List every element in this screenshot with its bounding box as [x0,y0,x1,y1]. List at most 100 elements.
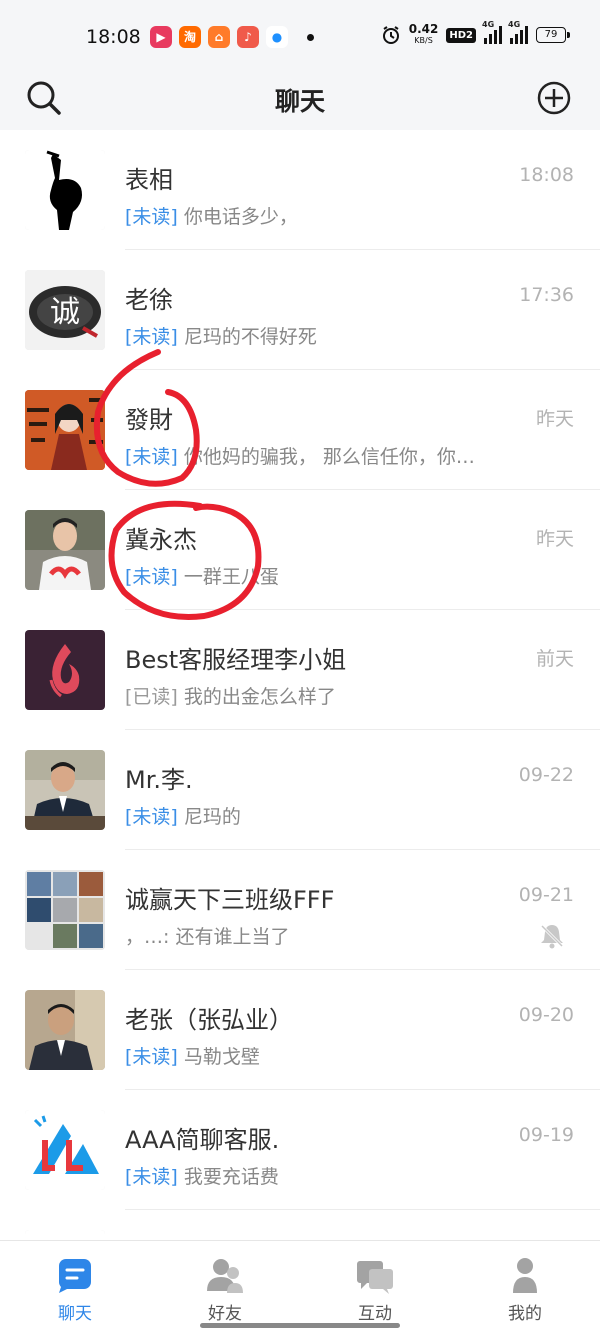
car-man-avatar [25,990,105,1070]
tab-friends[interactable]: 好友 [150,1241,300,1333]
chat-row[interactable]: 發財 昨天 [未读] 你他妈的骗我， 那么信任你，你… [0,370,600,490]
chat-message: 尼玛的 [183,806,241,828]
friends-tab-icon [207,1259,243,1293]
chat-preview: [未读] 我要充话费 [125,1162,520,1189]
chat-preview: [已读] 我的出金怎么样了 [125,682,520,709]
chat-preview: [未读] 一群王八蛋 [125,562,520,589]
chat-name: 發財 [125,406,173,434]
chat-row[interactable]: Mr.李. 09-22 [未读] 尼玛的 [0,730,600,850]
chat-message: 马勒戈壁 [183,1046,260,1068]
chat-preview: ，…: 还有谁上当了 [125,922,520,949]
chat-preview: [未读] 马勒戈壁 [125,1042,520,1069]
chat-row[interactable]: 表相 18:08 [未读] 你电话多少， [0,130,600,250]
partial-avatar [25,1230,105,1240]
chat-name: 老徐 [125,286,173,314]
chat-name: 诚赢天下三班级FFF [125,886,335,914]
orange-app-icon: ⌂ [208,26,230,48]
unread-tag: [未读] [125,806,178,828]
signal-tag-1: 4G [482,20,495,29]
alarm-icon [382,26,399,44]
status-time: 18:08 [86,26,141,48]
chat-time: 18:08 [519,164,574,186]
chat-message: ，…: 还有谁上当了 [125,926,290,948]
chat-name: Mr.李. [125,766,193,794]
chat-name: 冀永杰 [125,526,197,554]
music-app-icon: ♪ [237,26,259,48]
chat-name: 老张（张弘业） [125,1006,293,1034]
taobao-app-icon: 淘 [179,26,201,48]
chat-time: 09-19 [518,1124,574,1146]
chat-preview: [未读] 尼玛的 [125,802,520,829]
chat-row[interactable]: 老张（张弘业） 09-20 [未读] 马勒戈壁 [0,970,600,1090]
home-indicator[interactable] [200,1323,400,1328]
silhouette-avatar [25,150,105,230]
group-grid-avatar [25,870,105,950]
network-speed-value: 0.42 [408,22,439,36]
status-bar: 18:08 ▶ 淘 ⌂ ♪ ● 0.42 KB/S HD2 4G 4G 79 [0,0,600,72]
unread-tag: [未读] [125,446,178,468]
chat-message: 你他妈的骗我， 那么信任你，你… [183,446,475,468]
chat-message: 你电话多少， [183,206,298,228]
tab-profile[interactable]: 我的 [450,1241,600,1333]
anime-girl-avatar [25,390,105,470]
tab-label: 我的 [508,1304,542,1324]
mute-bell-icon [540,924,564,949]
chat-time: 昨天 [535,528,574,550]
chat-time: 09-20 [518,1004,574,1026]
tab-chat[interactable]: 聊天 [0,1241,150,1333]
chat-name: Best客服经理李小姐 [125,646,347,674]
bottom-tab-bar: 聊天 好友 互动 我的 [0,1240,600,1333]
cheng-character-avatar: 诚 [25,270,105,350]
young-man-avatar [25,510,105,590]
status-app-icons: ▶ 淘 ⌂ ♪ ● [150,26,314,48]
chat-name: AAA简聊客服. [125,1126,280,1154]
signal-icon-2: 4G [508,20,528,44]
unread-tag: [未读] [125,206,178,228]
circle-app-icon: ● [266,26,288,48]
chat-message: 我要充话费 [183,1166,279,1188]
profile-tab-icon [513,1258,537,1293]
chat-list[interactable]: 表相 18:08 [未读] 你电话多少， 诚 老徐 17:36 [未读] 尼玛的… [0,130,600,1240]
unread-tag: [未读] [125,1166,178,1188]
add-circle-icon[interactable] [534,78,574,118]
chat-preview: [未读] 你电话多少， [125,202,520,229]
chat-row[interactable]: 冀永杰 昨天 [未读] 一群王八蛋 [0,490,600,610]
chat-tab-icon [59,1259,91,1293]
flame-logo-avatar [25,630,105,710]
suit-man-avatar [25,750,105,830]
network-speed-unit: KB/S [414,36,433,45]
tab-label: 聊天 [58,1304,92,1324]
signal-icon-1: 4G [482,20,502,44]
notification-dot-icon [307,33,314,41]
chat-row[interactable]: 诚 老徐 17:36 [未读] 尼玛的不得好死 [0,250,600,370]
chat-time: 09-21 [518,884,574,906]
status-indicators: 0.42 KB/S HD2 4G 4G 79 [381,20,570,46]
chat-time: 09-22 [518,764,574,786]
chat-preview: [未读] 尼玛的不得好死 [125,322,520,349]
battery-icon: 79 [536,27,570,43]
unread-tag: [未读] [125,566,178,588]
chat-time: 17:36 [519,284,574,306]
interaction-tab-icon [357,1261,393,1294]
jl-logo-avatar [25,1110,105,1190]
signal-tag-2: 4G [508,20,521,29]
svg-text:诚: 诚 [50,295,80,330]
page-title: 聊天 [274,87,325,116]
tab-label: 好友 [208,1304,242,1324]
network-speed: 0.42 KB/S [408,22,439,46]
chat-message: 一群王八蛋 [183,566,279,588]
chat-time: 昨天 [535,408,574,430]
chat-row-partial[interactable] [0,1210,600,1240]
chat-row[interactable]: Best客服经理李小姐 前天 [已读] 我的出金怎么样了 [0,610,600,730]
unread-tag: [未读] [125,1046,178,1068]
tab-interaction[interactable]: 互动 [300,1241,450,1333]
hd-voice-badge: HD2 [446,27,476,43]
app-header: 聊天 [0,72,600,130]
chat-row[interactable]: 诚赢天下三班级FFF 09-21 ，…: 还有谁上当了 [0,850,600,970]
chat-message: 尼玛的不得好死 [183,326,317,348]
chat-row[interactable]: AAA简聊客服. 09-19 [未读] 我要充话费 [0,1090,600,1210]
chat-time: 前天 [535,648,574,670]
video-app-icon: ▶ [150,26,172,48]
chat-name: 表相 [125,166,173,194]
tab-label: 互动 [358,1304,392,1324]
